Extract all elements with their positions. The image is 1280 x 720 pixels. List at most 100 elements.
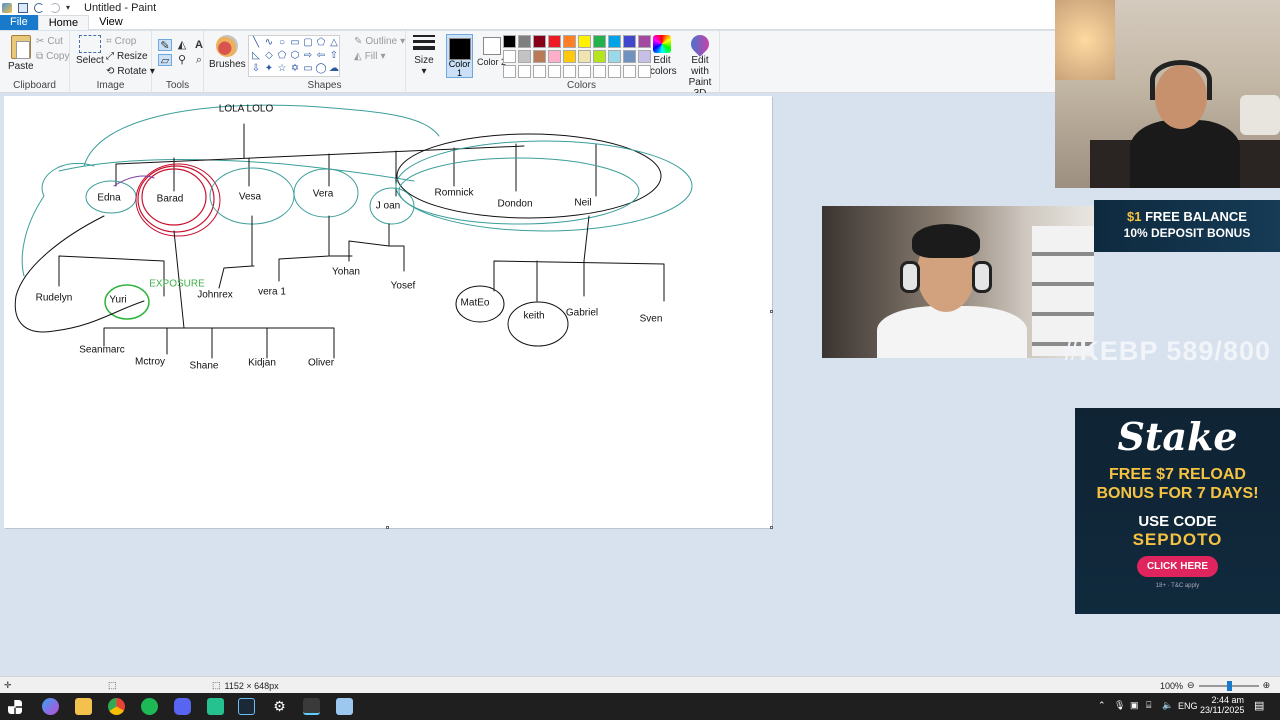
fill-button[interactable]: ◭ Fill ▾ <box>354 51 386 62</box>
curve-shape-icon[interactable]: ∿ <box>263 37 275 49</box>
right-triangle-shape-icon[interactable]: ◺ <box>250 50 262 62</box>
triangle-shape-icon[interactable]: △ <box>328 37 340 49</box>
customize-quick-access-icon[interactable]: ▾ <box>66 3 76 13</box>
palette-swatch[interactable] <box>503 65 516 78</box>
rotate-button[interactable]: ⟲ Rotate ▾ <box>106 66 155 77</box>
spotify-icon[interactable] <box>141 698 158 715</box>
palette-swatch[interactable] <box>593 65 606 78</box>
line-shape-icon[interactable]: ╲ <box>250 37 262 49</box>
down-arrow-shape-icon[interactable]: ⇩ <box>250 63 262 75</box>
canvas-resize-handle-corner[interactable] <box>770 526 773 529</box>
pentagon-shape-icon[interactable]: ⬠ <box>276 50 288 62</box>
pencil-icon[interactable]: ✎ <box>158 39 172 52</box>
speaker-icon[interactable]: 🔈 <box>1162 700 1173 711</box>
zoom-out-icon[interactable]: ⊖ <box>1187 680 1195 691</box>
hexagon-shape-icon[interactable]: ⬡ <box>289 50 301 62</box>
callout-rect-shape-icon[interactable]: ▭ <box>302 63 314 75</box>
tab-home[interactable]: Home <box>37 15 90 30</box>
zoom-slider[interactable] <box>1198 680 1259 691</box>
palette-swatch[interactable] <box>518 65 531 78</box>
callout-oval-shape-icon[interactable]: ◯ <box>315 63 327 75</box>
microphone-icon[interactable]: 🎙 <box>1114 700 1125 711</box>
language-indicator[interactable]: ENG <box>1178 701 1198 711</box>
crop-button[interactable]: ⌗ Crop <box>106 36 136 47</box>
file-explorer-icon[interactable] <box>75 698 92 715</box>
up-arrow-shape-icon[interactable]: ⇧ <box>328 50 340 62</box>
chrome-icon[interactable] <box>108 698 125 715</box>
palette-swatch[interactable] <box>623 65 636 78</box>
palette-swatch[interactable] <box>518 50 531 63</box>
palette-swatch[interactable] <box>638 35 651 48</box>
cut-button[interactable]: ✂ Cut <box>36 36 63 47</box>
select-button[interactable]: Select <box>76 35 104 66</box>
tab-view[interactable]: View <box>89 15 133 30</box>
cloud-shape-icon[interactable]: ☁ <box>328 63 340 75</box>
palette-swatch[interactable] <box>503 50 516 63</box>
color1-button[interactable]: Color 1 <box>446 34 473 78</box>
six-point-star-shape-icon[interactable]: ✡ <box>289 63 301 75</box>
bonus-banner[interactable]: $1 FREE BALANCE 10% DEPOSIT BONUS <box>1094 200 1280 252</box>
notifications-icon[interactable]: ▤ <box>1254 699 1264 712</box>
palette-swatch[interactable] <box>638 65 651 78</box>
tray-chevron-up-icon[interactable]: ⌃ <box>1098 700 1106 711</box>
palette-swatch[interactable] <box>608 50 621 63</box>
palette-swatch[interactable] <box>503 35 516 48</box>
fill-bucket-icon[interactable]: ◭ <box>175 39 189 51</box>
palette-swatch[interactable] <box>593 35 606 48</box>
palette-swatch[interactable] <box>623 35 636 48</box>
screen-icon[interactable]: ▣ <box>1130 700 1139 711</box>
settings-gear-icon[interactable]: ⚙ <box>271 698 288 715</box>
palette-swatch[interactable] <box>518 35 531 48</box>
palette-swatch[interactable] <box>578 50 591 63</box>
palette-swatch[interactable] <box>608 65 621 78</box>
palette-swatch[interactable] <box>578 65 591 78</box>
palette-swatch[interactable] <box>593 50 606 63</box>
palette-swatch[interactable] <box>623 50 636 63</box>
zoom-in-icon[interactable]: ⊕ <box>1263 680 1271 691</box>
copilot-icon[interactable] <box>42 698 59 715</box>
right-arrow-shape-icon[interactable]: ⇨ <box>302 50 314 62</box>
canvas-resize-handle-right[interactable] <box>770 310 773 313</box>
rectangle-shape-icon[interactable]: ▭ <box>289 37 301 49</box>
discord-icon[interactable] <box>174 698 191 715</box>
redo-icon[interactable] <box>50 2 60 13</box>
windows-start-icon[interactable] <box>8 700 22 714</box>
notepad-icon[interactable] <box>336 698 353 715</box>
palette-swatch[interactable] <box>548 35 561 48</box>
palette-swatch[interactable] <box>563 65 576 78</box>
left-arrow-shape-icon[interactable]: ⇦ <box>315 50 327 62</box>
diamond-shape-icon[interactable]: ◇ <box>263 50 275 62</box>
outline-button[interactable]: ✎ Outline ▾ <box>354 36 405 47</box>
save-icon[interactable] <box>18 2 28 13</box>
edit-colors-button[interactable]: Edit colors <box>650 35 677 77</box>
zoom-slider-thumb[interactable] <box>1226 680 1232 691</box>
four-point-star-shape-icon[interactable]: ✦ <box>263 63 275 75</box>
canvas-resize-handle-bottom[interactable] <box>386 526 389 529</box>
shapes-gallery[interactable]: ╲ ∿ ○ ▭ ▢ ⬠ △ ◺ ◇ ⬠ ⬡ ⇨ ⇦ ⇧ ⇩ ✦ ☆ ✡ ▭ ◯ … <box>248 35 340 77</box>
size-button[interactable]: Size ▾ <box>413 35 435 77</box>
brushes-button[interactable]: Brushes <box>209 35 246 70</box>
palette-swatch[interactable] <box>638 50 651 63</box>
game-launcher-icon[interactable] <box>207 698 224 715</box>
paint-app-icon[interactable] <box>2 2 12 13</box>
palette-swatch[interactable] <box>548 65 561 78</box>
stake-ad-banner[interactable]: Stake FREE $7 RELOAD BONUS FOR 7 DAYS! U… <box>1075 408 1280 614</box>
paint-taskbar-icon[interactable] <box>303 698 320 715</box>
palette-swatch[interactable] <box>563 35 576 48</box>
paste-button[interactable]: Paste <box>8 35 34 72</box>
clock[interactable]: 2:44 am 23/11/2025 <box>1200 695 1244 715</box>
tab-file[interactable]: File <box>0 15 38 30</box>
palette-swatch[interactable] <box>608 35 621 48</box>
color2-button[interactable]: Color 2 <box>477 37 506 68</box>
resize-button[interactable]: ⤢ Resize <box>106 51 148 62</box>
eraser-icon[interactable]: ▱ <box>158 54 172 67</box>
palette-swatch[interactable] <box>533 50 546 63</box>
steam-icon[interactable] <box>238 698 255 715</box>
polygon-shape-icon[interactable]: ⬠ <box>315 37 327 49</box>
five-point-star-shape-icon[interactable]: ☆ <box>276 63 288 75</box>
stake-click-here-button[interactable]: CLICK HERE <box>1136 556 1219 577</box>
undo-icon[interactable] <box>34 2 44 13</box>
palette-swatch[interactable] <box>548 50 561 63</box>
palette-swatch[interactable] <box>563 50 576 63</box>
palette-swatch[interactable] <box>578 35 591 48</box>
